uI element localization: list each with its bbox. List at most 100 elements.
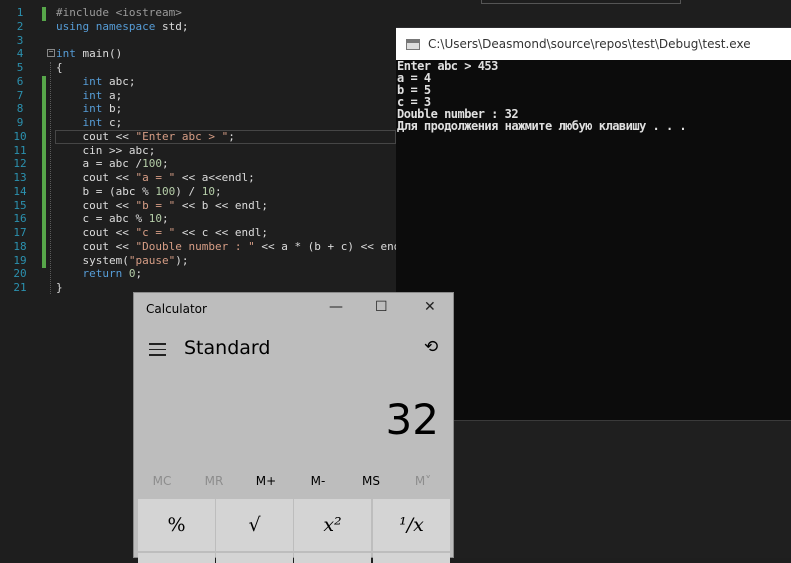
code-token: << a * (b + c) << endl; (254, 239, 414, 253)
code-line[interactable]: int b; (56, 102, 123, 115)
code-line[interactable]: system("pause"); (56, 254, 188, 267)
memory-subtract-button[interactable]: M- (293, 474, 343, 488)
code-line[interactable]: int c; (56, 116, 123, 129)
console-title-bar[interactable]: C:\Users\Deasmond\source\repos\test\Debu… (396, 28, 791, 60)
code-token: ) / (175, 184, 202, 198)
line-number: 4 (16, 47, 24, 61)
square-root-button[interactable]: √ (216, 499, 293, 551)
code-token: ; (161, 212, 169, 226)
code-line[interactable]: } (56, 281, 63, 294)
history-icon[interactable]: ⟲ (424, 337, 438, 357)
percent-button[interactable]: % (138, 499, 215, 551)
code-line[interactable]: cout << "c = " << c << endl; (56, 226, 268, 239)
memory-clear-button[interactable]: MC (137, 474, 187, 488)
calculator-window[interactable]: Calculator — ☐ ✕ Standard ⟲ 32 MC MR M+ … (133, 292, 454, 563)
code-token: { (56, 61, 63, 74)
code-line[interactable]: using namespace std; (56, 20, 188, 33)
calc-button[interactable] (373, 553, 450, 563)
console-title: C:\Users\Deasmond\source\repos\test\Debu… (428, 37, 751, 51)
collapse-icon[interactable]: − (47, 49, 55, 57)
code-token: c; (109, 116, 123, 129)
code-token: ; (161, 157, 169, 171)
code-token: int (82, 116, 109, 129)
line-number: 7 (16, 88, 24, 102)
calc-button[interactable] (216, 553, 293, 563)
calculator-title: Calculator (146, 302, 207, 316)
code-token: a = abc / (56, 157, 143, 171)
memory-store-button[interactable]: MS (346, 474, 396, 488)
code-token: 100 (142, 157, 162, 171)
ide-toolbar-strip (396, 0, 791, 28)
code-line[interactable]: b = (abc % 100) / 10; (56, 184, 222, 198)
code-token: "b = " (135, 198, 176, 212)
code-line[interactable]: a = abc /100; (56, 157, 169, 171)
line-number: 15 (13, 198, 27, 212)
code-token: int (82, 88, 109, 102)
code-token: "Double number : " (135, 239, 255, 253)
minimize-button[interactable]: — (329, 299, 343, 315)
calculator-display: 32 (385, 395, 439, 444)
code-token: int (82, 74, 109, 88)
code-token: return (82, 267, 129, 281)
code-token: 10 (201, 184, 215, 198)
line-number: 9 (16, 116, 24, 129)
line-number: 19 (13, 253, 27, 267)
code-token: } (56, 281, 63, 294)
console-line: Для продолжения нажмите любую клавишу . … (397, 119, 687, 133)
line-number: 17 (13, 226, 27, 239)
code-token: 10 (148, 212, 162, 226)
indent-guide (50, 62, 51, 294)
memory-add-button[interactable]: M+ (241, 474, 291, 488)
calc-button[interactable] (138, 553, 215, 563)
code-line[interactable]: int a; (56, 88, 123, 102)
code-line[interactable]: cin >> abc; (56, 144, 155, 157)
change-marker (42, 7, 46, 21)
code-line[interactable]: cout << "Double number : " << a * (b + c… (56, 239, 414, 253)
code-token: 100 (155, 184, 176, 198)
console-window[interactable]: C:\Users\Deasmond\source\repos\test\Debu… (396, 28, 791, 420)
code-line[interactable]: cout << "Enter abc > "; (56, 130, 234, 143)
code-token: b = (abc % (56, 184, 156, 198)
menu-icon[interactable] (149, 343, 166, 360)
code-line[interactable]: { (56, 61, 63, 74)
console-app-icon (406, 38, 420, 50)
line-number: 16 (13, 212, 27, 226)
code-line[interactable]: int main() (56, 47, 122, 60)
code-line[interactable]: cout << "a = " << a<<endl; (56, 171, 254, 184)
close-button[interactable]: ✕ (424, 299, 436, 315)
memory-list-button[interactable]: M˅ (398, 474, 448, 488)
memory-recall-button[interactable]: MR (189, 474, 239, 488)
code-token: c = abc % (56, 212, 149, 226)
code-line[interactable]: #include <iostream> (56, 6, 182, 19)
line-number: 13 (13, 171, 27, 184)
line-number: 8 (16, 102, 24, 116)
maximize-button[interactable]: ☐ (375, 299, 388, 315)
code-token: "pause" (128, 253, 176, 267)
code-token: cout << (56, 198, 136, 212)
line-number: 14 (13, 184, 27, 198)
code-token: cin >> abc; (56, 143, 156, 157)
code-line[interactable]: c = abc % 10; (56, 212, 169, 226)
code-token: << c << endl; (175, 226, 268, 239)
code-token: a; (109, 88, 123, 102)
reciprocal-button[interactable]: ¹/x (373, 499, 450, 551)
code-line[interactable]: cout << "b = " << b << endl; (56, 198, 267, 212)
code-token: #include <iostream> (56, 6, 182, 19)
code-token: cout << (56, 239, 136, 253)
calculator-mode: Standard (184, 337, 271, 359)
square-button[interactable]: x² (294, 499, 371, 551)
ide-panel (396, 420, 791, 558)
console-line: a = 4 (397, 71, 431, 85)
code-line[interactable]: int abc; (56, 75, 136, 88)
code-token: ; (214, 184, 222, 198)
code-line[interactable]: return 0; (56, 267, 143, 281)
calc-button[interactable] (294, 553, 371, 563)
line-number: 10 (13, 129, 27, 143)
line-number: 6 (16, 74, 24, 88)
code-token: cout << (56, 171, 136, 184)
